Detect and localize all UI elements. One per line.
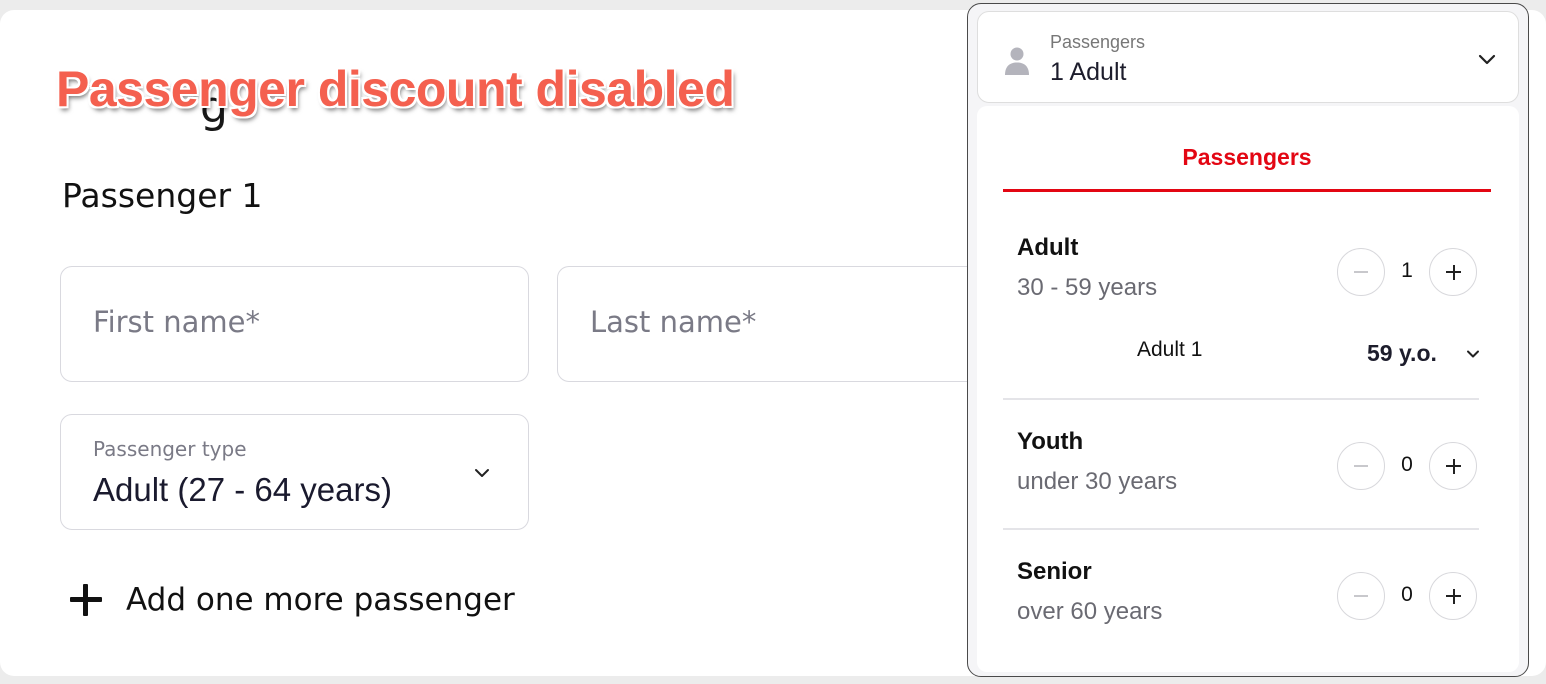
passengers-selector-label: Passengers: [1050, 32, 1146, 52]
chevron-down-icon: [1467, 350, 1479, 358]
passengers-selector[interactable]: Passengers 1 Adult: [977, 11, 1519, 103]
passengers-selector-value: 1 Adult: [1050, 58, 1127, 86]
youth-decrement-button[interactable]: [1337, 442, 1385, 490]
passenger-title: Passenger 1: [62, 176, 263, 215]
adult-count: 1: [1401, 259, 1413, 282]
adult-1-age-select[interactable]: 59 y.o.: [1367, 340, 1437, 367]
category-subtitle-youth: under 30 years: [1017, 468, 1178, 495]
senior-stepper: 0: [1337, 572, 1479, 620]
passenger-type-value: Adult (27 - 64 years): [93, 471, 392, 508]
youth-stepper: 0: [1337, 442, 1479, 490]
first-name-field[interactable]: First name*: [60, 266, 529, 382]
last-name-placeholder: Last name*: [590, 305, 757, 339]
adult-increment-button[interactable]: [1429, 248, 1477, 296]
category-subtitle-senior: over 60 years: [1017, 598, 1163, 625]
adult-stepper: 1: [1337, 248, 1479, 296]
senior-count: 0: [1401, 583, 1413, 606]
add-passenger-button[interactable]: Add one more passenger: [66, 580, 515, 620]
annotation-banner: Passenger discount disabled: [56, 61, 735, 117]
passenger-type-label: Passenger type: [93, 437, 247, 461]
first-name-placeholder: First name*: [93, 305, 260, 339]
passenger-type-select[interactable]: Passenger type Adult (27 - 64 years): [60, 414, 529, 530]
passengers-panel-body: Passengers Adult 30 - 59 years 1 Adult 1…: [977, 106, 1519, 672]
chevron-down-icon: [475, 469, 489, 477]
last-name-field[interactable]: Last name*: [557, 266, 977, 382]
adult-decrement-button[interactable]: [1337, 248, 1385, 296]
category-title-senior: Senior: [1017, 558, 1092, 585]
passengers-dropdown: Passengers 1 Adult Passengers Adult 30 -…: [967, 3, 1529, 677]
adult-1-label: Adult 1: [1137, 338, 1203, 361]
category-title-adult: Adult: [1017, 234, 1079, 261]
person-icon: [1005, 47, 1029, 75]
senior-decrement-button[interactable]: [1337, 572, 1385, 620]
category-subtitle-adult: 30 - 59 years: [1017, 274, 1158, 301]
senior-increment-button[interactable]: [1429, 572, 1477, 620]
category-title-youth: Youth: [1017, 428, 1084, 455]
youth-increment-button[interactable]: [1429, 442, 1477, 490]
divider: [1003, 528, 1479, 530]
plus-icon: [66, 580, 106, 620]
chevron-down-icon: [1478, 54, 1496, 65]
youth-count: 0: [1401, 453, 1413, 476]
divider: [1003, 398, 1479, 400]
tab-passengers[interactable]: Passengers: [1003, 130, 1491, 192]
add-passenger-label: Add one more passenger: [126, 582, 515, 618]
